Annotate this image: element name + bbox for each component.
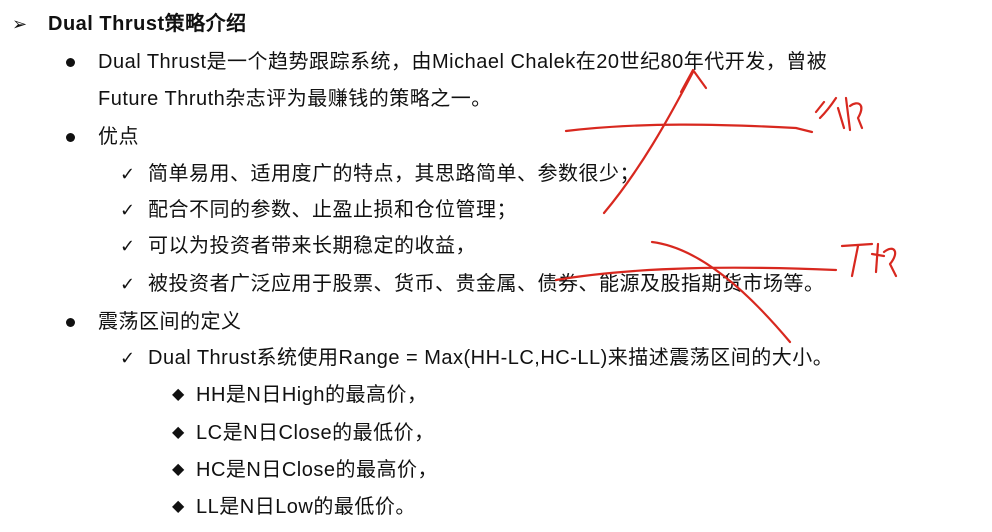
diamond-bullet-icon: ◆ [172,386,185,403]
advantage-item: 配合不同的参数、止盈止损和仓位管理； [148,199,517,221]
handwritten-annotations [554,68,898,344]
advantage-item: 被投资者广泛应用于股票、货币、贵金属、债券、能源及股指期货市场等。 [148,273,825,295]
checkmark-icon: ✓ [120,164,136,184]
advantages-heading: 优点 [98,126,139,148]
checkmark-icon: ✓ [120,200,136,220]
range-def: LC是N日Close的最低价， [196,422,435,444]
range-def: HH是N日High的最高价， [196,384,428,406]
bullet-dot-icon [66,318,75,327]
upper-breakout-line [564,123,814,134]
range-formula: Dual Thrust系统使用Range = Max(HH-LC,HC-LL)来… [148,347,834,369]
diamond-bullet-icon: ◆ [172,498,185,515]
handwritten-scribble-upper [814,96,864,132]
range-heading: 震荡区间的定义 [98,311,242,333]
bullet-dot-icon [66,133,75,142]
slide-title: Dual Thrust策略介绍 [48,13,247,35]
intro-line-1: Dual Thrust是一个趋势跟踪系统，由Michael Chalek在20世… [98,51,828,73]
checkmark-icon: ✓ [120,348,136,368]
diamond-bullet-icon: ◆ [172,424,185,441]
upward-arrow-stroke [602,70,695,215]
arrow-bullet-icon: ➢ [12,14,28,34]
checkmark-icon: ✓ [120,236,136,256]
checkmark-icon: ✓ [120,274,136,294]
slide: ➢ Dual Thrust策略介绍 Dual Thrust是一个趋势跟踪系统，由… [0,0,992,532]
bullet-dot-icon [66,58,75,67]
range-def: HC是N日Close的最高价， [196,459,438,481]
range-def: LL是N日Low的最低价。 [196,496,416,518]
advantage-item: 简单易用、适用度广的特点，其思路简单、参数很少； [148,163,640,185]
diamond-bullet-icon: ◆ [172,461,185,478]
intro-line-2: Future Thruth杂志评为最赚钱的策略之一。 [98,88,492,110]
handwritten-scribble-lower [840,242,898,278]
advantage-item: 可以为投资者带来长期稳定的收益， [148,235,476,257]
